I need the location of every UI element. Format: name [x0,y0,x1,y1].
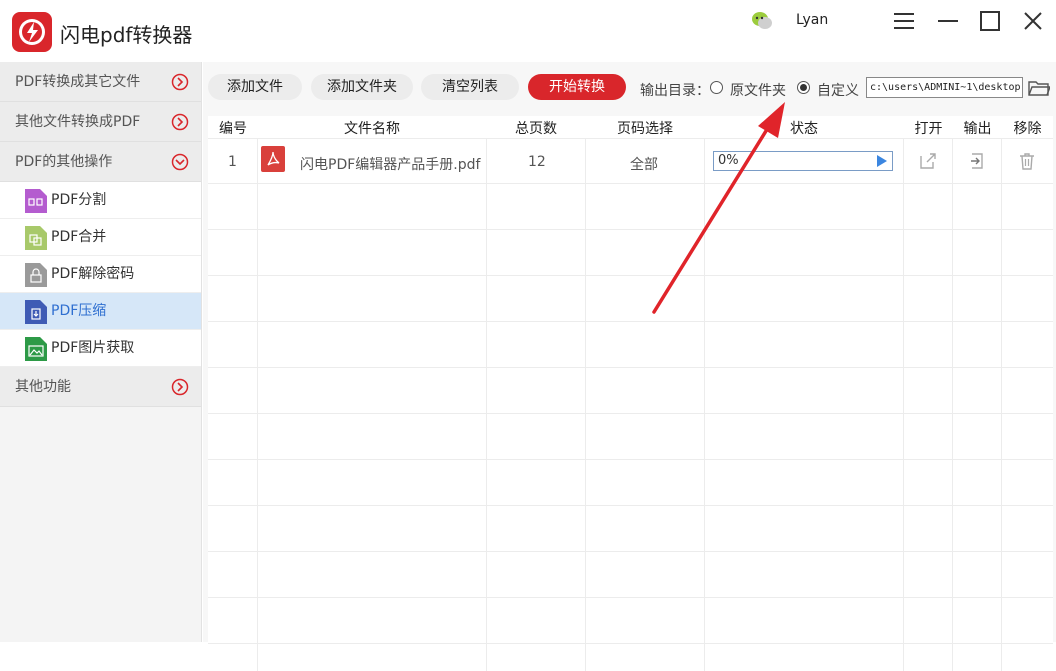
sidebar: PDF转换成其它文件 其他文件转换成PDF PDF的其他操作 PDF分割 PDF… [0,62,202,642]
add-folder-button[interactable]: 添加文件夹 [311,74,413,100]
radio-custom[interactable] [797,81,810,94]
grid-line [208,459,1053,460]
sidebar-category-label: 其他功能 [15,379,71,395]
sidebar-item-label: PDF解除密码 [51,266,135,282]
header-open: 打开 [914,121,943,137]
pdf-image-icon [25,337,47,361]
table-header: 编号 文件名称 总页数 页码选择 状态 打开 输出 移除 [208,116,1053,138]
pdf-split-icon [25,189,47,213]
grid-line [208,275,1053,276]
grid-line [208,367,1053,368]
pdf-compress-icon [25,300,47,324]
grid-line [208,643,1053,644]
grid-line [486,138,487,671]
user-name[interactable]: Lyan [796,12,828,28]
sidebar-category-other-functions[interactable]: 其他功能 [0,367,201,407]
minimize-icon[interactable] [935,8,961,34]
pdf-file-icon [261,146,285,172]
folder-browse-icon[interactable] [1028,78,1050,98]
header-pages: 总页数 [515,121,557,137]
maximize-icon[interactable] [977,8,1003,34]
sidebar-category-label: 其他文件转换成PDF [15,114,141,130]
header-remove: 移除 [1013,121,1042,137]
trash-icon[interactable] [1017,151,1037,171]
pdf-unlock-icon [25,263,47,287]
file-table: 编号 文件名称 总页数 页码选择 状态 打开 输出 移除 1 闪电PDF编辑器产… [208,116,1053,671]
sidebar-category-label: PDF的其他操作 [15,154,113,170]
sidebar-category-pdf-to-other[interactable]: PDF转换成其它文件 [0,62,201,102]
header-page-select: 页码选择 [617,121,673,137]
grid-line [952,138,953,671]
grid-line [585,138,586,671]
radio-original-folder[interactable] [710,81,723,94]
grid-line [208,183,1053,184]
row-pages: 12 [528,154,546,170]
grid-line [208,597,1053,598]
header-status: 状态 [790,121,818,137]
sidebar-item-pdf-unlock[interactable]: PDF解除密码 [0,256,201,293]
app-title: 闪电pdf转换器 [60,23,193,47]
clear-list-button[interactable]: 清空列表 [421,74,519,100]
sidebar-item-label: PDF合并 [51,229,107,245]
app-logo-icon [12,12,52,52]
chevron-right-circle-icon [171,113,189,131]
sidebar-category-label: PDF转换成其它文件 [15,74,141,90]
main-panel: 添加文件 添加文件夹 清空列表 开始转换 输出目录： 原文件夹 自定义 c:\u… [203,62,1056,671]
wechat-icon[interactable] [750,9,774,33]
grid-line [208,138,1053,139]
play-icon[interactable] [877,155,887,167]
chevron-right-circle-icon [171,378,189,396]
output-path-field[interactable]: c:\users\ADMINI~1\desktop [866,77,1023,98]
row-filename: 闪电PDF编辑器产品手册.pdf [300,157,481,173]
grid-line [903,138,904,671]
radio-original-folder-label[interactable]: 原文件夹 [730,80,786,100]
pdf-merge-icon [25,226,47,250]
output-dir-label: 输出目录： [640,83,710,99]
header-index: 编号 [219,121,247,137]
progress-text: 0% [718,153,739,168]
sidebar-item-pdf-compress[interactable]: PDF压缩 [0,293,201,330]
title-bar: 闪电pdf转换器 Lyan [0,0,1056,62]
sidebar-item-label: PDF压缩 [51,303,107,319]
grid-line [257,138,258,671]
sidebar-item-pdf-merge[interactable]: PDF合并 [0,219,201,256]
row-page-select[interactable]: 全部 [630,154,658,174]
grid-line [208,229,1053,230]
sidebar-item-label: PDF分割 [51,192,107,208]
row-index: 1 [228,154,237,170]
sidebar-item-pdf-split[interactable]: PDF分割 [0,182,201,219]
open-external-icon[interactable] [918,151,938,171]
close-icon[interactable] [1020,8,1046,34]
sidebar-category-other-to-pdf[interactable]: 其他文件转换成PDF [0,102,201,142]
grid-line [1001,138,1002,671]
sidebar-item-label: PDF图片获取 [51,340,135,356]
grid-line [208,413,1053,414]
grid-line [208,505,1053,506]
grid-line [704,138,705,671]
header-filename: 文件名称 [344,121,400,137]
start-convert-button[interactable]: 开始转换 [528,74,626,100]
grid-line [208,321,1053,322]
toolbar: 添加文件 添加文件夹 清空列表 开始转换 输出目录： 原文件夹 自定义 c:\u… [203,62,1056,116]
chevron-down-circle-icon [171,153,189,171]
export-icon[interactable] [967,151,987,171]
sidebar-category-pdf-other-ops[interactable]: PDF的其他操作 [0,142,201,182]
add-file-button[interactable]: 添加文件 [208,74,302,100]
header-output: 输出 [963,121,992,137]
grid-line [208,551,1053,552]
progress-bar: 0% [713,151,893,171]
menu-icon[interactable] [891,8,917,34]
radio-custom-label[interactable]: 自定义 [817,80,859,100]
chevron-right-circle-icon [171,73,189,91]
sidebar-item-pdf-image[interactable]: PDF图片获取 [0,330,201,367]
